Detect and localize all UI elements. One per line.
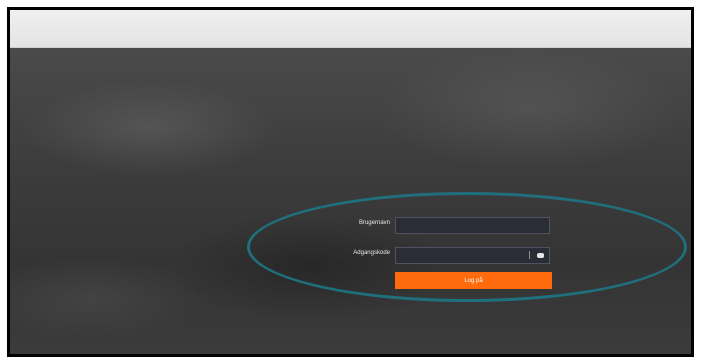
eye-icon: [537, 253, 544, 258]
app-window: Brugernavn Adgangskode Log på: [10, 10, 691, 354]
background-image: [10, 48, 691, 354]
password-label: Adgangskode: [353, 250, 390, 256]
username-input[interactable]: [395, 217, 550, 234]
username-row: Brugernavn: [315, 217, 555, 235]
show-password-button[interactable]: [537, 252, 545, 259]
top-bar: [10, 10, 691, 48]
password-input[interactable]: [395, 247, 550, 264]
login-button[interactable]: Log på: [395, 272, 552, 289]
text-cursor: [529, 251, 530, 259]
password-row: Adgangskode: [315, 247, 555, 265]
username-label: Brugernavn: [358, 220, 390, 226]
login-form: Brugernavn Adgangskode Log på: [315, 203, 555, 293]
screenshot-frame: Brugernavn Adgangskode Log på: [7, 7, 694, 357]
